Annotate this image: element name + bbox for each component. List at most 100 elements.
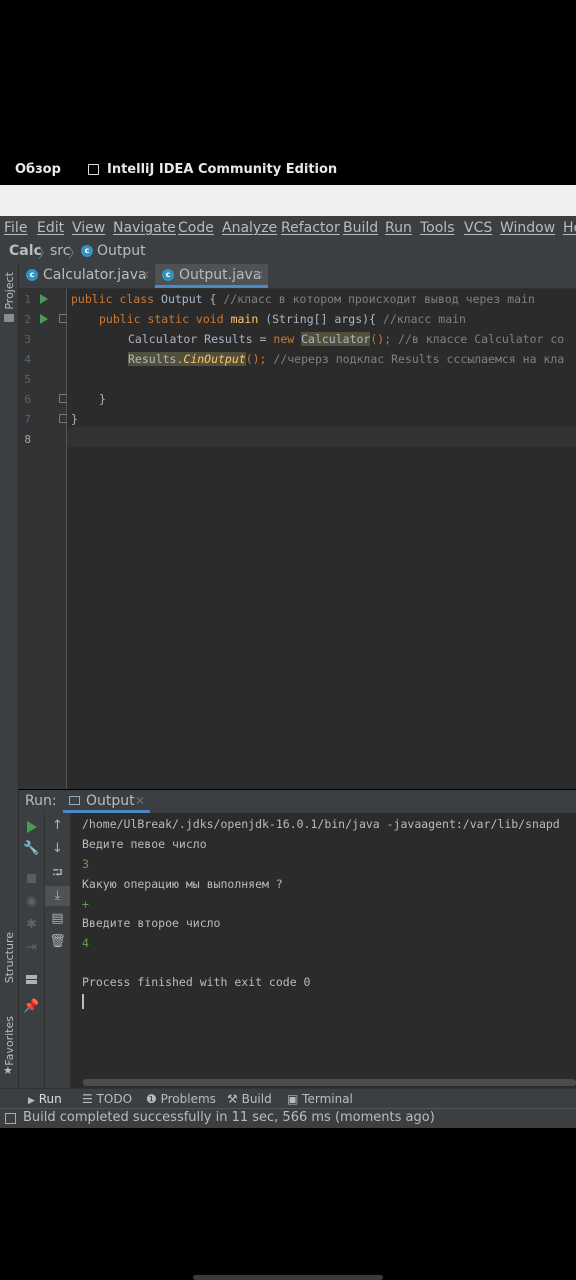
gesture-home-bar[interactable] [193,1275,383,1280]
tab-label: Output.java [179,267,262,283]
print-icon[interactable]: ▤ [45,911,70,926]
tab-calculator-java[interactable]: c Calculator.java ✕ [19,264,154,288]
hammer-icon: ⚒ [227,1092,238,1106]
trash-icon[interactable]: 🗑 [45,934,70,949]
bottom-tab-terminal[interactable]: ▣ Terminal [287,1092,353,1106]
code-line: } [71,412,78,426]
menu-window[interactable]: Window [500,220,555,236]
line-number: 6 [24,393,31,406]
menu-edit[interactable]: Edit [37,220,64,236]
bottom-tab-build[interactable]: ⚒ Build [227,1092,272,1106]
menu-bar: File Edit View Navigate Code Analyze Ref… [0,216,576,240]
info-icon: ❶ [146,1092,157,1106]
menu-run[interactable]: Run [385,220,412,236]
close-icon[interactable]: ✕ [140,268,150,282]
run-console-output[interactable]: /home/UlBreak/.jdks/openjdk-16.0.1/bin/j… [71,813,576,1088]
menu-help[interactable]: He [563,220,576,236]
tab-label: Calculator.java [43,267,147,283]
exit-icon[interactable]: ⇥ [19,940,44,955]
line-number: 2 [24,313,31,326]
structure-panel-tab[interactable]: Structure [3,932,16,983]
bottom-tool-tabs: ▶ Run ☰ TODO ❶ Problems ⚒ Build ▣ Termin… [0,1088,576,1109]
left-tool-strip: Project Structure Favorites ★ [0,264,19,1094]
run-panel-label: Run: [25,793,57,809]
bottom-tab-todo[interactable]: ☰ TODO [82,1092,132,1106]
code-line: public static void main (String[] args){… [99,312,466,326]
editor-tab-bar: c Calculator.java ✕ c Output.java ✕ [19,264,576,289]
overview-button[interactable]: Обзор [15,162,61,177]
breadcrumb-separator: 〉 [68,246,82,262]
menu-refactor[interactable]: Refactor [281,220,340,236]
code-line: Calculator Results = new Calculator(); /… [128,332,565,346]
status-message[interactable]: Build completed successfully in 11 sec, … [23,1110,435,1125]
menu-file[interactable]: File [4,220,27,236]
star-icon: ★ [3,1064,13,1077]
window-title-bar[interactable] [0,185,576,216]
line-number: 5 [24,373,31,386]
line-number: 1 [24,293,31,306]
menu-analyze[interactable]: Analyze [222,220,277,236]
line-number: 8 [24,433,31,446]
debug-bug-icon[interactable]: ✱ [19,917,44,932]
console-line: Какую операцию мы выполняем ? [82,877,283,891]
close-icon[interactable]: ✕ [254,268,264,282]
soft-wrap-icon[interactable]: ⮒ [45,864,70,886]
project-panel-tab[interactable]: Project [3,272,16,310]
line-number: 3 [24,333,31,346]
favorites-panel-tab[interactable]: Favorites [3,1016,16,1066]
code-line: public class Output { //класс в котором … [71,292,535,306]
console-line: Введите второе число [82,916,221,930]
intellij-app-icon [88,164,99,175]
folder-icon [4,314,14,322]
rerun-icon[interactable] [27,821,37,833]
console-input-line: + [82,897,89,911]
run-main-icon[interactable] [40,314,48,324]
bottom-tab-problems[interactable]: ❶ Problems [146,1092,216,1106]
console-input-line: 3 [82,857,89,871]
breadcrumb: Calc 〉 src 〉 c Output [0,240,576,264]
scroll-to-end-icon[interactable]: ⤓ [45,886,70,906]
bottom-tab-run[interactable]: ▶ Run [28,1092,62,1106]
line-number: 4 [24,353,31,366]
camera-icon[interactable]: ◉ [19,894,44,909]
run-panel-header: Run: Output ✕ [19,790,576,814]
text-cursor [82,994,84,1009]
code-line: } [99,392,106,406]
console-horizontal-scrollbar[interactable] [83,1079,576,1086]
system-top-bar: Обзор IntelliJ IDEA Community Edition [0,155,576,185]
breadcrumb-project[interactable]: Calc [9,243,42,259]
console-line: Process finished with exit code 0 [82,975,311,989]
menu-view[interactable]: View [72,220,105,236]
menu-vcs[interactable]: VCS [464,220,492,236]
status-toggle-icon[interactable] [5,1113,16,1124]
editor-gutter: 1 2 3 4 5 6 7 8 [19,289,68,789]
menu-build[interactable]: Build [343,220,378,236]
list-icon: ☰ [82,1092,93,1106]
tab-output-java[interactable]: c Output.java ✕ [155,264,268,288]
run-toolbar-primary: 🔧 ◉ ✱ ⇥ 📌 [19,813,45,1088]
line-number: 7 [24,413,31,426]
run-class-icon[interactable] [40,294,48,304]
active-app-title[interactable]: IntelliJ IDEA Community Edition [107,162,337,177]
class-icon: c [162,269,174,281]
arrow-up-icon[interactable]: ↑ [45,818,70,833]
status-bar: Build completed successfully in 11 sec, … [0,1108,576,1128]
menu-code[interactable]: Code [178,220,214,236]
class-icon: c [26,269,38,281]
code-editor[interactable]: public class Output { //класс в котором … [67,289,576,789]
pin-icon[interactable]: 📌 [19,999,44,1014]
console-line: /home/UlBreak/.jdks/openjdk-16.0.1/bin/j… [82,817,560,831]
menu-navigate[interactable]: Navigate [113,220,176,236]
menu-tools[interactable]: Tools [420,220,455,236]
code-line: Results.CinOutput(); //черерз подклас Re… [128,352,565,366]
current-line-highlight [67,427,576,447]
run-tab-output[interactable]: Output ✕ [63,790,150,813]
arrow-down-icon[interactable]: ↓ [45,841,70,856]
close-icon[interactable]: ✕ [135,794,145,808]
stop-icon[interactable] [27,874,36,883]
console-input-line: 4 [82,936,89,950]
console-line: Ведите певое число [82,837,207,851]
breadcrumb-file[interactable]: Output [97,243,146,259]
layout-icon[interactable] [26,975,37,984]
wrench-icon[interactable]: 🔧 [19,841,44,856]
